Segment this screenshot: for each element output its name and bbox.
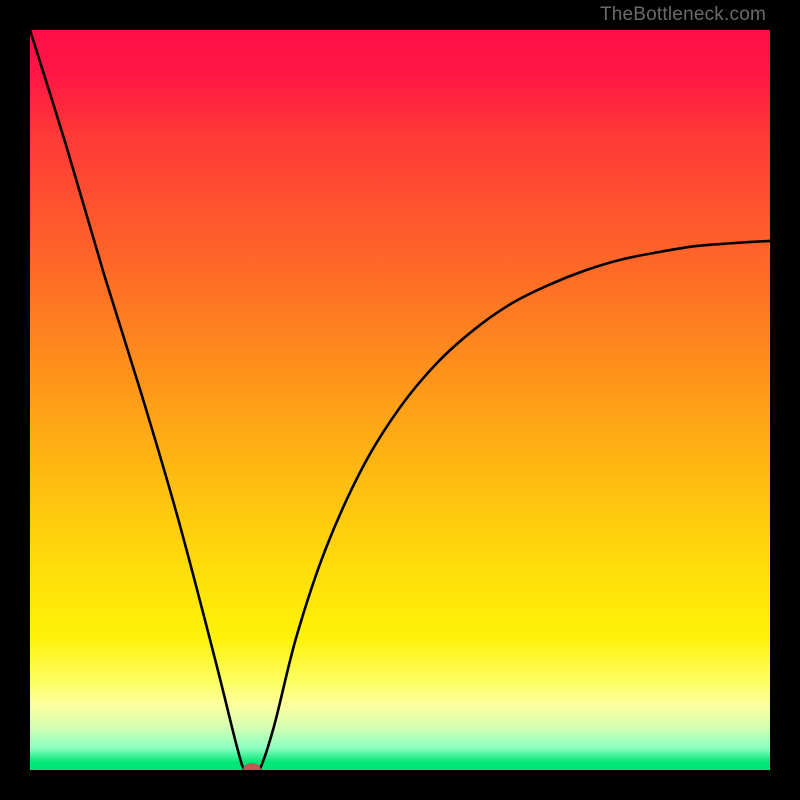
plot-area <box>30 30 770 770</box>
watermark-text: TheBottleneck.com <box>600 4 766 26</box>
bottleneck-curve <box>30 30 770 770</box>
optimum-marker-icon <box>243 763 261 770</box>
chart-frame: TheBottleneck.com <box>0 0 800 800</box>
